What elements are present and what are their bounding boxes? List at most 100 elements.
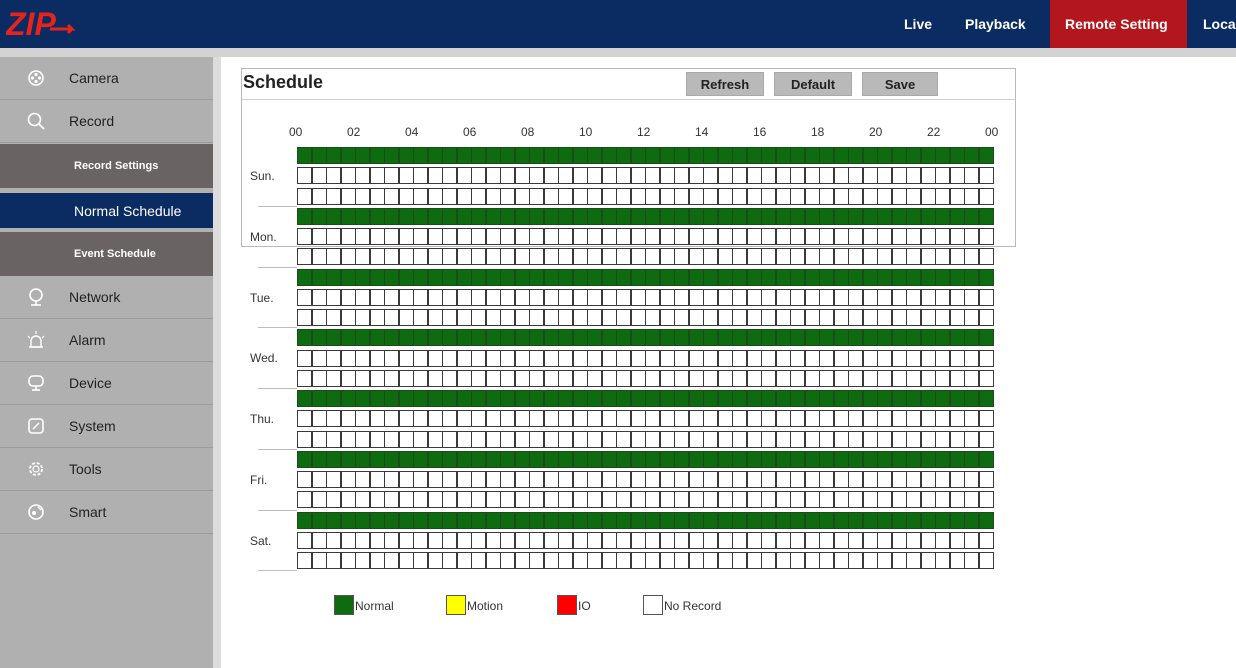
schedule-cell[interactable] — [964, 187, 979, 205]
schedule-cell[interactable] — [761, 471, 776, 488]
schedule-cell[interactable] — [297, 511, 312, 529]
schedule-cell[interactable] — [688, 369, 704, 387]
schedule-cell[interactable] — [775, 167, 791, 185]
schedule-cell[interactable] — [529, 248, 544, 266]
schedule-cell[interactable] — [891, 349, 907, 367]
schedule-cell[interactable] — [848, 147, 863, 164]
schedule-cell[interactable] — [746, 369, 762, 387]
schedule-cell[interactable] — [659, 430, 675, 448]
schedule-cell[interactable] — [485, 187, 501, 205]
schedule-cell[interactable] — [558, 491, 573, 509]
schedule-cell[interactable] — [674, 349, 689, 367]
schedule-cell[interactable] — [717, 450, 733, 468]
schedule-cell[interactable] — [427, 309, 443, 326]
schedule-cell[interactable] — [413, 187, 428, 205]
schedule-cell[interactable] — [978, 167, 994, 185]
schedule-cell[interactable] — [819, 450, 834, 468]
schedule-cell[interactable] — [384, 329, 399, 347]
schedule-cell[interactable] — [340, 369, 356, 387]
schedule-cell[interactable] — [964, 471, 979, 488]
schedule-cell[interactable] — [413, 450, 428, 468]
schedule-cell[interactable] — [572, 228, 588, 245]
schedule-cell[interactable] — [906, 228, 921, 245]
schedule-cell[interactable] — [297, 167, 312, 185]
schedule-cell[interactable] — [340, 187, 356, 205]
schedule-cell[interactable] — [949, 430, 965, 448]
schedule-cell[interactable] — [442, 430, 457, 448]
schedule-cell[interactable] — [717, 228, 733, 245]
schedule-cell[interactable] — [674, 268, 689, 286]
schedule-cell[interactable] — [442, 288, 457, 306]
schedule-cell[interactable] — [645, 228, 660, 245]
schedule-cell[interactable] — [819, 410, 834, 428]
schedule-cell[interactable] — [355, 248, 370, 266]
schedule-cell[interactable] — [340, 288, 356, 306]
schedule-cell[interactable] — [790, 187, 805, 205]
schedule-cell[interactable] — [906, 349, 921, 367]
schedule-cell[interactable] — [630, 268, 646, 286]
schedule-cell[interactable] — [355, 329, 370, 347]
schedule-cell[interactable] — [804, 390, 820, 407]
schedule-cell[interactable] — [456, 288, 472, 306]
schedule-cell[interactable] — [369, 369, 385, 387]
schedule-cell[interactable] — [384, 248, 399, 266]
schedule-cell[interactable] — [326, 228, 341, 245]
schedule-cell[interactable] — [688, 491, 704, 509]
schedule-cell[interactable] — [384, 390, 399, 407]
schedule-cell[interactable] — [906, 450, 921, 468]
schedule-cell[interactable] — [369, 552, 385, 569]
schedule-cell[interactable] — [775, 187, 791, 205]
schedule-cell[interactable] — [558, 248, 573, 266]
schedule-cell[interactable] — [616, 531, 631, 549]
schedule-cell[interactable] — [630, 471, 646, 488]
schedule-cell[interactable] — [906, 390, 921, 407]
schedule-cell[interactable] — [616, 248, 631, 266]
schedule-cell[interactable] — [616, 390, 631, 407]
schedule-cell[interactable] — [717, 552, 733, 569]
schedule-cell[interactable] — [761, 329, 776, 347]
schedule-cell[interactable] — [964, 228, 979, 245]
schedule-cell[interactable] — [311, 248, 327, 266]
schedule-cell[interactable] — [340, 390, 356, 407]
schedule-cell[interactable] — [514, 248, 530, 266]
schedule-cell[interactable] — [674, 471, 689, 488]
schedule-cell[interactable] — [514, 511, 530, 529]
schedule-cell[interactable] — [558, 147, 573, 164]
schedule-cell[interactable] — [297, 552, 312, 569]
schedule-cell[interactable] — [978, 491, 994, 509]
schedule-cell[interactable] — [862, 147, 878, 164]
schedule-cell[interactable] — [326, 450, 341, 468]
schedule-cell[interactable] — [500, 369, 515, 387]
schedule-cell[interactable] — [920, 511, 936, 529]
schedule-cell[interactable] — [732, 248, 747, 266]
schedule-cell[interactable] — [804, 248, 820, 266]
schedule-cell[interactable] — [311, 309, 327, 326]
schedule-cell[interactable] — [500, 329, 515, 347]
schedule-cell[interactable] — [732, 511, 747, 529]
schedule-cell[interactable] — [601, 410, 617, 428]
schedule-cell[interactable] — [819, 491, 834, 509]
schedule-cell[interactable] — [311, 187, 327, 205]
schedule-cell[interactable] — [297, 309, 312, 326]
schedule-cell[interactable] — [413, 471, 428, 488]
schedule-cell[interactable] — [790, 552, 805, 569]
schedule-cell[interactable] — [601, 369, 617, 387]
schedule-cell[interactable] — [688, 329, 704, 347]
schedule-cell[interactable] — [355, 187, 370, 205]
schedule-cell[interactable] — [471, 248, 486, 266]
schedule-cell[interactable] — [384, 309, 399, 326]
schedule-cell[interactable] — [891, 268, 907, 286]
schedule-cell[interactable] — [746, 390, 762, 407]
schedule-cell[interactable] — [819, 187, 834, 205]
schedule-cell[interactable] — [935, 410, 950, 428]
schedule-cell[interactable] — [717, 430, 733, 448]
schedule-cell[interactable] — [529, 309, 544, 326]
schedule-cell[interactable] — [746, 309, 762, 326]
schedule-cell[interactable] — [775, 410, 791, 428]
schedule-cell[interactable] — [413, 268, 428, 286]
schedule-cell[interactable] — [456, 430, 472, 448]
schedule-cell[interactable] — [819, 147, 834, 164]
schedule-cell[interactable] — [732, 410, 747, 428]
schedule-cell[interactable] — [964, 390, 979, 407]
schedule-cell[interactable] — [456, 147, 472, 164]
